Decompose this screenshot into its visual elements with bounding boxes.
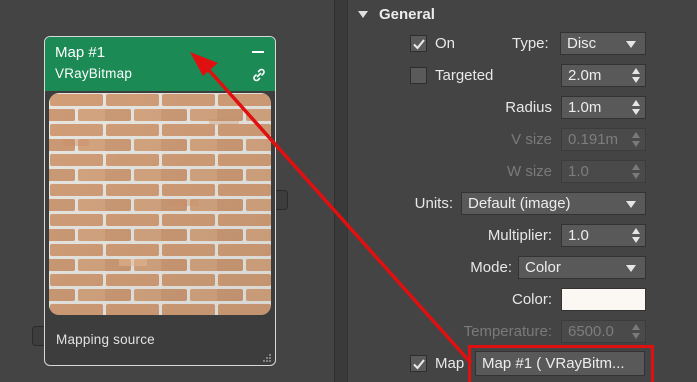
node-editor-canvas[interactable]: Map #1 VRayBitmap Mapping source [0,0,334,382]
w-size-label: W size [507,163,552,180]
rollout-title: General [379,6,435,23]
v-size-value: 0.191m [568,131,619,148]
map-label: Map [435,355,465,372]
mapping-source-label: Mapping source [56,332,155,347]
node-header[interactable]: Map #1 VRayBitmap [45,37,275,91]
properties-panel: General On Type: Disc Targeted 2.0m Radi… [348,0,697,382]
temperature-value: 6500.0 [568,323,614,340]
units-dropdown[interactable]: Default (image) [461,192,646,215]
map-checkbox[interactable] [410,355,427,372]
w-size-value: 1.0 [568,163,589,180]
checkmark-icon [413,359,425,370]
type-label: Type: [512,35,549,52]
map-node[interactable]: Map #1 VRayBitmap Mapping source [44,36,276,366]
mode-label: Mode: [470,259,512,276]
spinner-arrows-icon[interactable] [631,227,641,244]
chevron-down-icon [626,201,636,208]
color-swatch[interactable] [561,288,646,311]
spinner-arrows-icon[interactable] [631,67,641,84]
temperature-label: Temperature: [463,323,552,340]
link-icon[interactable] [251,67,267,83]
radius-value: 1.0m [568,99,602,116]
spinner-arrows-icon[interactable] [631,99,641,116]
spinner-arrows-icon[interactable] [631,163,641,180]
on-checkbox[interactable] [410,35,427,52]
multiplier-value: 1.0 [568,227,589,244]
annotation-highlight-box [468,345,654,382]
targeted-distance-spinner[interactable]: 2.0m [561,64,646,87]
brick-texture-preview [49,93,271,315]
resize-grip-icon[interactable] [262,352,272,362]
input-socket-right[interactable] [274,190,288,210]
chevron-down-icon [626,41,636,48]
chevron-down-icon [626,265,636,272]
panel-splitter[interactable] [334,0,348,382]
radius-label: Radius [505,99,552,116]
checkmark-icon [413,39,425,50]
multiplier-spinner[interactable]: 1.0 [561,224,646,247]
minimize-icon[interactable] [251,41,265,59]
node-subtitle: VRayBitmap [55,66,133,81]
targeted-checkbox[interactable] [410,67,427,84]
type-dropdown[interactable]: Disc [560,32,646,55]
targeted-distance-value: 2.0m [568,67,602,84]
node-title: Map #1 [55,44,106,61]
multiplier-label: Multiplier: [487,227,552,244]
mode-value: Color [525,259,561,276]
type-value: Disc [567,35,597,52]
v-size-spinner[interactable]: 0.191m [561,128,646,151]
units-value: Default (image) [468,195,571,212]
w-size-spinner[interactable]: 1.0 [561,160,646,183]
targeted-label: Targeted [435,67,494,84]
temperature-spinner[interactable]: 6500.0 [561,320,646,343]
general-rollout-header[interactable]: General [348,4,697,28]
v-size-label: V size [511,131,552,148]
on-label: On [435,35,456,52]
units-label: Units: [414,195,453,212]
color-label: Color: [511,291,552,308]
spinner-arrows-icon[interactable] [631,131,641,148]
collapse-arrow-icon[interactable] [358,11,368,18]
radius-spinner[interactable]: 1.0m [561,96,646,119]
mode-dropdown[interactable]: Color [518,256,646,279]
spinner-arrows-icon[interactable] [631,323,641,340]
